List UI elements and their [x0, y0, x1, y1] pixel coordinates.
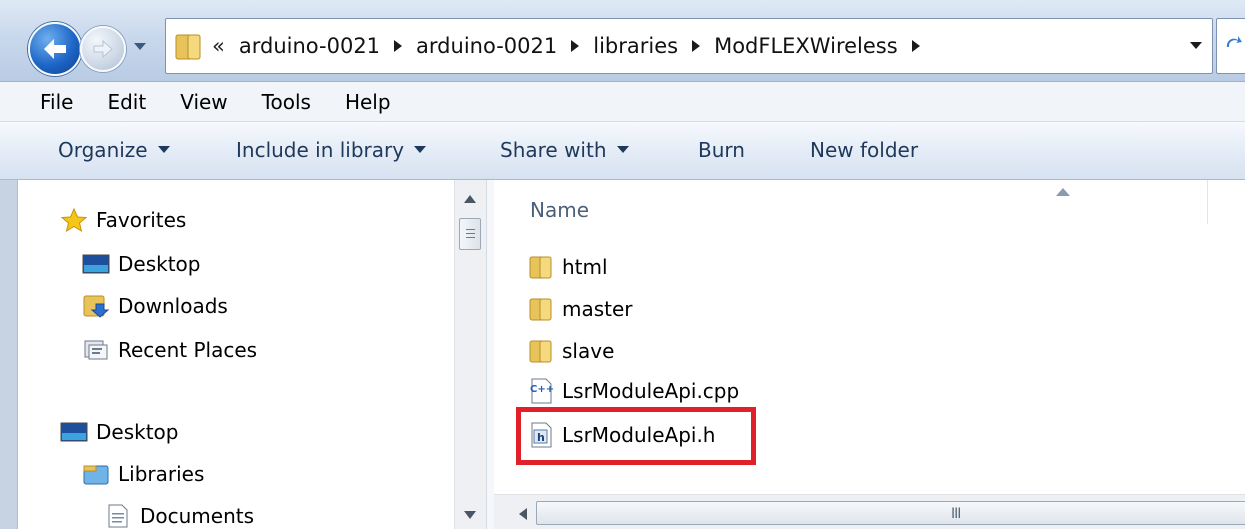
- folder-icon: [529, 256, 552, 279]
- address-bar-region: « arduino-0021 arduino-0021 libraries Mo…: [0, 0, 1245, 82]
- nav-favorites-label: Favorites: [96, 208, 187, 232]
- address-dropdown-icon[interactable]: [1188, 37, 1204, 53]
- file-list: Name html master slave C++ LsrModuleApi.…: [494, 180, 1245, 529]
- column-divider[interactable]: [1207, 180, 1208, 224]
- menu-help[interactable]: Help: [345, 90, 391, 114]
- back-button[interactable]: [28, 22, 82, 76]
- grip-line: [466, 229, 475, 230]
- column-header-name[interactable]: Name: [530, 198, 589, 222]
- forward-button[interactable]: [80, 26, 126, 72]
- nav-downloads-label: Downloads: [118, 294, 228, 318]
- file-name: master: [562, 297, 633, 321]
- highlight-annotation: [516, 407, 756, 465]
- organize-button[interactable]: Organize: [58, 138, 170, 162]
- scrollbar-thumb[interactable]: [459, 218, 481, 250]
- chevron-right-icon[interactable]: [392, 39, 404, 53]
- file-row-master[interactable]: master: [528, 296, 633, 322]
- desktop-icon: [82, 254, 110, 274]
- menu-bar: File Edit View Tools Help: [0, 82, 1245, 122]
- cpp-icon-text: C++: [530, 384, 554, 395]
- refresh-icon: [1226, 36, 1242, 47]
- share-with-button[interactable]: Share with: [500, 138, 629, 162]
- navigation-pane: Favorites Desktop Downloads Recent Place…: [18, 180, 454, 529]
- navigation-pane-scrollbar[interactable]: [454, 180, 486, 529]
- nav-desktop-label: Desktop: [96, 420, 179, 444]
- grip-line: [466, 237, 475, 238]
- command-bar: Organize Include in library Share with B…: [0, 122, 1245, 180]
- file-name: slave: [562, 339, 615, 363]
- folder-icon: [175, 34, 201, 60]
- star-icon: [60, 208, 88, 232]
- recent-places-icon: [84, 340, 108, 360]
- address-field[interactable]: « arduino-0021 arduino-0021 libraries Mo…: [165, 18, 1213, 74]
- cpp-file-icon: C++: [530, 378, 554, 404]
- new-folder-button[interactable]: New folder: [810, 138, 918, 162]
- file-list-horizontal-scrollbar[interactable]: III: [494, 494, 1245, 529]
- chevron-down-icon: [414, 146, 427, 153]
- file-row-slave[interactable]: slave: [528, 338, 614, 364]
- scroll-down-arrow-icon[interactable]: [463, 510, 477, 520]
- breadcrumb-libraries[interactable]: libraries: [593, 34, 678, 58]
- menu-view[interactable]: View: [180, 90, 227, 114]
- scrollbar-grip: III: [951, 506, 961, 522]
- pane-splitter[interactable]: [486, 180, 494, 529]
- refresh-button[interactable]: [1216, 18, 1245, 74]
- scroll-left-arrow-icon[interactable]: [518, 507, 528, 521]
- breadcrumb-overflow[interactable]: «: [212, 34, 225, 58]
- scroll-up-arrow-icon[interactable]: [463, 194, 477, 204]
- burn-button[interactable]: Burn: [698, 138, 745, 162]
- window-left-edge: [0, 180, 18, 529]
- chevron-right-icon[interactable]: [690, 39, 702, 53]
- chevron-right-icon[interactable]: [569, 39, 581, 53]
- horizontal-scrollbar-thumb[interactable]: III: [536, 501, 1245, 525]
- nav-desktop[interactable]: Desktop: [60, 420, 178, 444]
- file-row-html[interactable]: html: [528, 254, 608, 280]
- menu-tools[interactable]: Tools: [262, 90, 311, 114]
- nav-desktop-favorite[interactable]: Desktop: [82, 252, 200, 276]
- documents-icon: [108, 504, 128, 528]
- breadcrumb-arduino-0021-a[interactable]: arduino-0021: [239, 34, 380, 58]
- menu-edit[interactable]: Edit: [107, 90, 146, 114]
- downloads-folder-icon: [83, 295, 110, 318]
- chevron-down-icon: [616, 146, 629, 153]
- breadcrumb-modflexwireless[interactable]: ModFLEXWireless: [714, 34, 898, 58]
- file-row-lsrmoduleapi-cpp[interactable]: C++ LsrModuleApi.cpp: [528, 378, 739, 404]
- include-in-library-label: Include in library: [236, 138, 405, 162]
- file-name: LsrModuleApi.cpp: [562, 379, 740, 403]
- chevron-down-icon: [157, 146, 170, 153]
- folder-icon: [529, 298, 552, 321]
- breadcrumb-arduino-0021-b[interactable]: arduino-0021: [416, 34, 557, 58]
- arrow-right-icon: [93, 39, 113, 59]
- menu-file[interactable]: File: [40, 90, 73, 114]
- grip-line: [466, 233, 475, 234]
- nav-libraries-label: Libraries: [118, 462, 205, 486]
- organize-label: Organize: [58, 138, 148, 162]
- libraries-icon: [83, 465, 109, 485]
- sort-ascending-icon: [1056, 188, 1070, 196]
- nav-favorites[interactable]: Favorites: [60, 208, 186, 232]
- include-in-library-button[interactable]: Include in library: [236, 138, 427, 162]
- arrow-left-icon: [44, 39, 66, 59]
- file-name: html: [562, 255, 608, 279]
- nav-documents-label: Documents: [140, 504, 255, 528]
- folder-icon: [529, 340, 552, 363]
- desktop-icon: [60, 422, 88, 442]
- nav-recent-places-label: Recent Places: [118, 338, 258, 362]
- nav-documents[interactable]: Documents: [104, 504, 254, 528]
- nav-desktop-favorite-label: Desktop: [118, 252, 201, 276]
- nav-libraries[interactable]: Libraries: [82, 462, 204, 486]
- share-with-label: Share with: [500, 138, 607, 162]
- nav-downloads[interactable]: Downloads: [82, 294, 228, 318]
- chevron-right-icon[interactable]: [910, 39, 922, 53]
- burn-label: Burn: [698, 138, 745, 162]
- recent-pages-dropdown-icon[interactable]: [130, 36, 150, 56]
- nav-recent-places[interactable]: Recent Places: [82, 338, 257, 362]
- new-folder-label: New folder: [810, 138, 919, 162]
